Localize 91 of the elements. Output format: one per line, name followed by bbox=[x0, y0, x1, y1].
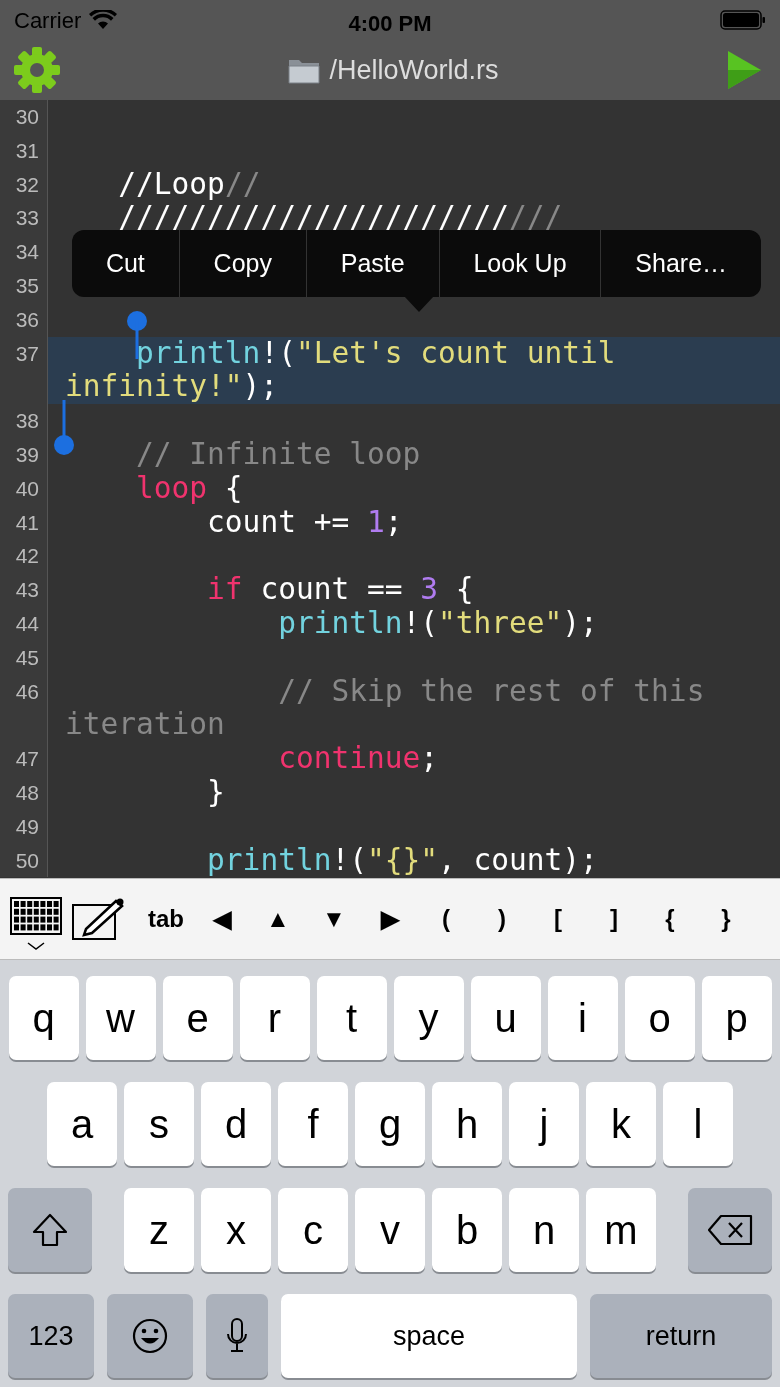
letter-key[interactable]: v bbox=[355, 1188, 425, 1272]
emoji-icon bbox=[132, 1318, 168, 1354]
line-number: 48 bbox=[0, 775, 48, 810]
letter-key[interactable]: g bbox=[355, 1082, 425, 1166]
mic-key[interactable] bbox=[206, 1294, 268, 1378]
key-button[interactable]: { bbox=[642, 901, 698, 937]
letter-key[interactable]: d bbox=[201, 1082, 271, 1166]
carrier-label: Carrier bbox=[14, 6, 82, 35]
key-button[interactable]: ) bbox=[474, 901, 530, 937]
line-number: 40 bbox=[0, 471, 48, 506]
delete-key[interactable] bbox=[688, 1188, 772, 1272]
return-key[interactable]: return bbox=[590, 1294, 772, 1378]
emoji-key[interactable] bbox=[107, 1294, 193, 1378]
code-line: println!("{}", count); bbox=[206, 843, 599, 878]
line-number: 46 bbox=[0, 674, 48, 743]
letter-key[interactable]: w bbox=[85, 976, 156, 1060]
letter-key[interactable]: o bbox=[624, 976, 695, 1060]
wifi-icon bbox=[89, 10, 118, 30]
menu-item[interactable]: Share… bbox=[600, 230, 761, 297]
key-button[interactable]: ◀ bbox=[194, 901, 250, 937]
clock-time: 4:00 PM bbox=[348, 11, 432, 36]
letter-key[interactable]: z bbox=[124, 1188, 194, 1272]
shift-icon bbox=[30, 1211, 70, 1249]
line-number: 42 bbox=[0, 539, 48, 574]
key-button[interactable]: } bbox=[698, 901, 754, 937]
letter-key[interactable]: k bbox=[586, 1082, 656, 1166]
code-line: // Infinite loop bbox=[135, 437, 422, 472]
line-number: 47 bbox=[0, 742, 48, 776]
letter-key[interactable]: n bbox=[509, 1188, 579, 1272]
key-button[interactable]: ( bbox=[418, 901, 474, 937]
settings-icon[interactable] bbox=[12, 45, 62, 95]
line-number: 38 bbox=[0, 404, 48, 438]
letter-key[interactable]: c bbox=[278, 1188, 348, 1272]
code-line: } bbox=[206, 775, 226, 810]
line-number: 43 bbox=[0, 573, 48, 607]
shift-key[interactable] bbox=[8, 1188, 92, 1272]
keyboard-dismiss-icon[interactable] bbox=[10, 897, 62, 951]
line-number: 36 bbox=[0, 302, 48, 337]
line-number: 31 bbox=[0, 133, 48, 168]
code-line: loop { bbox=[135, 471, 244, 506]
letter-key[interactable]: s bbox=[124, 1082, 194, 1166]
line-number: 44 bbox=[0, 606, 48, 641]
letter-key[interactable]: u bbox=[470, 976, 541, 1060]
letter-key[interactable]: y bbox=[393, 976, 464, 1060]
code-line: //Loop// bbox=[117, 167, 262, 202]
line-number: 33 bbox=[0, 201, 48, 236]
code-line: count += 1; bbox=[206, 505, 404, 540]
line-number: 32 bbox=[0, 167, 48, 202]
letter-key[interactable]: t bbox=[316, 976, 387, 1060]
letter-key[interactable]: r bbox=[239, 976, 310, 1060]
letter-key[interactable]: x bbox=[201, 1188, 271, 1272]
line-number: 41 bbox=[0, 505, 48, 540]
space-key[interactable]: space bbox=[281, 1294, 577, 1378]
selection-end-handle[interactable] bbox=[52, 400, 76, 456]
letter-key[interactable]: e bbox=[162, 976, 233, 1060]
menu-item[interactable]: Copy bbox=[178, 230, 306, 297]
letter-key[interactable]: q bbox=[8, 976, 79, 1060]
code-line: println!("three"); bbox=[277, 606, 599, 641]
key-button[interactable]: [ bbox=[530, 901, 586, 937]
pencil-edit-icon[interactable] bbox=[72, 897, 126, 941]
line-number: 34 bbox=[0, 235, 48, 269]
microphone-icon bbox=[225, 1318, 249, 1354]
battery-icon bbox=[720, 10, 766, 30]
letter-key[interactable]: m bbox=[586, 1188, 656, 1272]
line-number: 35 bbox=[0, 269, 48, 303]
key-button[interactable]: tab bbox=[138, 901, 194, 937]
line-number: 30 bbox=[0, 100, 48, 134]
letter-key[interactable]: i bbox=[547, 976, 618, 1060]
code-line: continue; bbox=[277, 742, 439, 776]
key-button[interactable]: ] bbox=[586, 901, 642, 937]
key-button[interactable]: ▶ bbox=[362, 901, 418, 937]
line-number: 49 bbox=[0, 809, 48, 844]
key-button[interactable]: ▲ bbox=[250, 901, 306, 937]
code-line: if count == 3 { bbox=[206, 573, 475, 607]
letter-key[interactable]: j bbox=[509, 1082, 579, 1166]
letter-key[interactable]: b bbox=[432, 1188, 502, 1272]
letter-key[interactable]: h bbox=[432, 1082, 502, 1166]
letter-key[interactable]: l bbox=[663, 1082, 733, 1166]
line-number: 45 bbox=[0, 640, 48, 675]
line-number: 37 bbox=[0, 336, 48, 405]
code-line: // Skip the rest of this iteration bbox=[64, 674, 706, 743]
key-button[interactable]: ▼ bbox=[306, 901, 362, 937]
numbers-key[interactable]: 123 bbox=[8, 1294, 94, 1378]
letter-key[interactable]: p bbox=[701, 976, 772, 1060]
file-title: /HelloWorld.rs bbox=[329, 53, 499, 87]
letter-key[interactable]: f bbox=[278, 1082, 348, 1166]
line-number: 39 bbox=[0, 437, 48, 472]
menu-item[interactable]: Look Up bbox=[438, 230, 601, 297]
letter-key[interactable]: a bbox=[47, 1082, 117, 1166]
line-number: 50 bbox=[0, 843, 48, 878]
delete-icon bbox=[707, 1212, 753, 1248]
